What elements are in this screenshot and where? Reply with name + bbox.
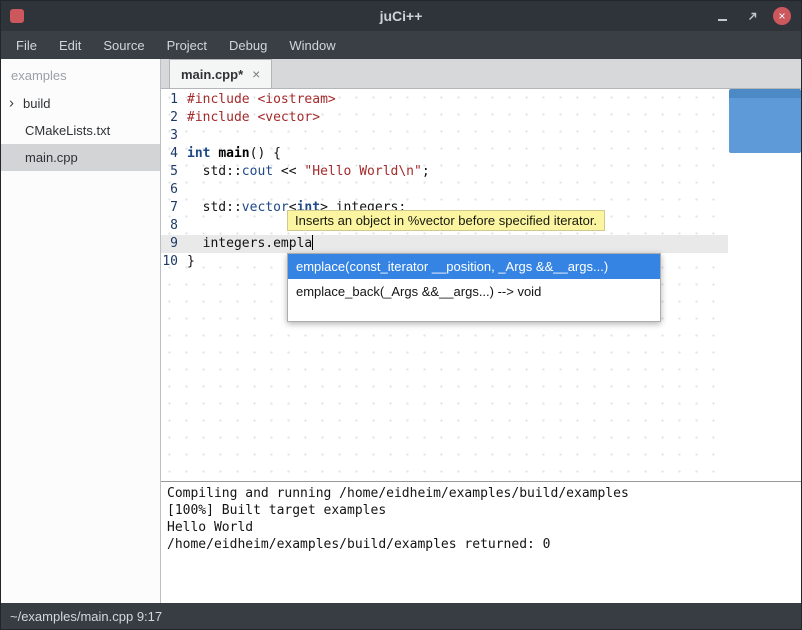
line-number: 8 [161,217,187,235]
tree-item-main-cpp[interactable]: main.cpp [1,144,160,171]
tree-item-cmakelists-txt[interactable]: CMakeLists.txt [1,117,160,144]
tree-item-label: build [23,96,50,111]
line-text: std::cout << "Hello World\n"; [187,163,430,181]
output-panel[interactable]: Compiling and running /home/eidheim/exam… [161,481,801,603]
output-line-2: Hello World [167,519,795,536]
menu-item-source[interactable]: Source [92,31,155,59]
line-text: #include <vector> [187,109,320,127]
minimize-icon [718,19,727,21]
tree-item-label: CMakeLists.txt [25,123,110,138]
code-line-6[interactable]: 6 [161,181,728,199]
chevron-right-icon: › [9,94,14,111]
status-bar: ~/examples/main.cpp 9:17 [1,603,801,629]
doc-tooltip: Inserts an object in %vector before spec… [287,210,605,231]
completion-item-1[interactable]: emplace_back(_Args &&__args...) --> void [288,279,660,304]
file-tree: › build CMakeLists.txt main.cpp [1,90,160,171]
tree-item-label: main.cpp [25,150,78,165]
line-text: } [187,253,195,271]
code-line-1[interactable]: 1#include <iostream> [161,91,728,109]
minimize-button[interactable] [713,7,731,25]
code-line-2[interactable]: 2#include <vector> [161,109,728,127]
line-number: 6 [161,181,187,199]
editor-pane: main.cpp* × 1#include <iostream>2#includ… [161,59,801,603]
code-editor[interactable]: 1#include <iostream>2#include <vector>34… [161,89,801,481]
app-window: juCi++ × FileEditSourceProjectDebugWindo… [0,0,802,630]
menu-item-file[interactable]: File [5,31,48,59]
status-text: ~/examples/main.cpp 9:17 [10,609,162,624]
close-button[interactable]: × [773,7,791,25]
output-line-1: [100%] Built target examples [167,502,795,519]
line-number: 1 [161,91,187,109]
sidebar: examples › build CMakeLists.txt main.cpp [1,59,161,603]
line-text: integers.empla [187,235,313,253]
line-number: 7 [161,199,187,217]
code-line-9[interactable]: 9 integers.empla [161,235,728,253]
restore-icon [747,11,758,22]
menu-item-window[interactable]: Window [278,31,346,59]
completion-item-0[interactable]: emplace(const_iterator __position, _Args… [288,254,660,279]
line-number: 3 [161,127,187,145]
app-icon [10,9,24,23]
output-line-0: Compiling and running /home/eidheim/exam… [167,485,795,502]
output-line-3: /home/eidheim/examples/build/examples re… [167,536,795,553]
line-number: 2 [161,109,187,127]
text-cursor [312,235,313,250]
tab-close-icon[interactable]: × [252,66,260,82]
window-title: juCi++ [1,8,801,24]
line-number: 5 [161,163,187,181]
tab-main-cpp[interactable]: main.cpp* × [169,59,272,88]
menu-item-edit[interactable]: Edit [48,31,92,59]
code-line-3[interactable]: 3 [161,127,728,145]
scrollbar-thumb[interactable] [729,89,801,153]
sidebar-header: examples [1,59,160,90]
restore-button[interactable] [743,7,761,25]
tree-item-build[interactable]: › build [1,90,160,117]
tab-bar: main.cpp* × [161,59,801,89]
window-controls: × [713,7,801,25]
title-bar[interactable]: juCi++ × [1,1,801,31]
code-line-5[interactable]: 5 std::cout << "Hello World\n"; [161,163,728,181]
line-number: 4 [161,145,187,163]
line-number: 9 [161,235,187,253]
menu-bar: FileEditSourceProjectDebugWindow [1,31,801,59]
menu-item-debug[interactable]: Debug [218,31,278,59]
completion-popup: emplace(const_iterator __position, _Args… [287,253,661,322]
line-number: 10 [161,253,187,271]
tab-label: main.cpp* [181,67,243,82]
main-area: examples › build CMakeLists.txt main.cpp ma… [1,59,801,603]
scrollbar-track[interactable] [728,89,801,481]
code-line-4[interactable]: 4int main() { [161,145,728,163]
line-text: #include <iostream> [187,91,336,109]
menu-item-project[interactable]: Project [156,31,218,59]
line-text: int main() { [187,145,281,163]
